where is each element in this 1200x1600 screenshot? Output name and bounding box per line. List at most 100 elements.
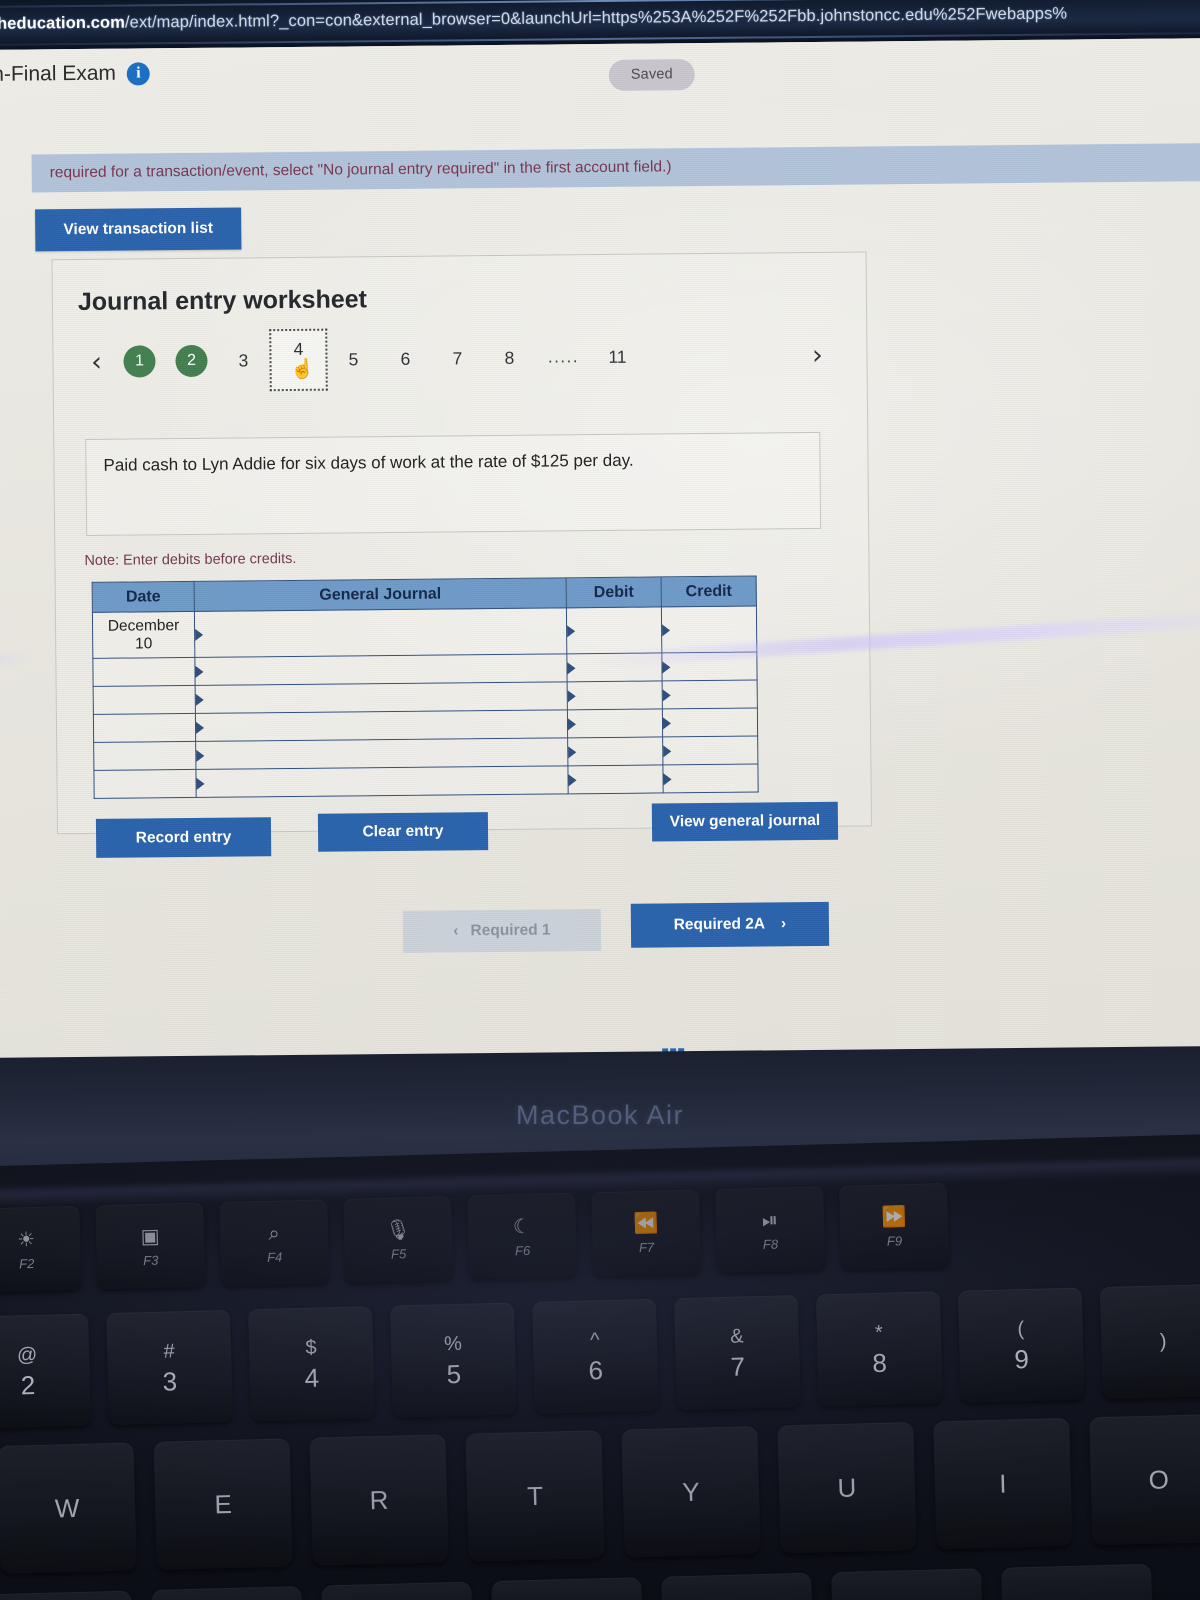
- step-11[interactable]: 11: [591, 346, 643, 367]
- cell-credit-3[interactable]: [662, 680, 758, 709]
- key-u[interactable]: U: [777, 1422, 917, 1554]
- cell-debit-1[interactable]: [566, 606, 662, 654]
- key-bottom-1[interactable]: [0, 1590, 133, 1600]
- step-1-label: 1: [123, 345, 156, 378]
- keyboard-number-row: @ 2 # 3 $ 4 % 5 ^ 6 & 7 * 8 (9): [0, 1283, 1200, 1429]
- cell-credit-4[interactable]: [662, 708, 758, 737]
- step-2-label: 2: [175, 344, 208, 378]
- key-9[interactable]: ( 9: [957, 1287, 1085, 1403]
- step-1[interactable]: 1: [113, 345, 165, 378]
- required-2a-chevron: ›: [780, 915, 787, 933]
- key-e[interactable]: E: [153, 1438, 293, 1570]
- key-bottom-3[interactable]: [321, 1581, 473, 1600]
- key-6[interactable]: ^ 6: [531, 1298, 659, 1414]
- dropdown-triangle-icon: [568, 773, 577, 786]
- key-f9-fast-forward[interactable]: ⏩ F9: [839, 1183, 950, 1270]
- key-y[interactable]: Y: [621, 1426, 761, 1558]
- key-bottom-4[interactable]: [491, 1577, 643, 1600]
- required-2a-button[interactable]: Required 2A ›: [630, 901, 830, 948]
- step-prev-arrow[interactable]: ‹: [79, 346, 113, 377]
- cell-account-1[interactable]: [194, 607, 567, 658]
- step-4[interactable]: 4 ☝: [269, 328, 328, 392]
- key-4[interactable]: $ 4: [248, 1306, 375, 1422]
- key-f9-label: F9: [886, 1232, 903, 1249]
- record-entry-button[interactable]: Record entry: [95, 817, 272, 858]
- laptop-keyboard: ☀ F2 ▣ F3 ⌕ F4 🎙 F5 ☾ F6 ⏪ F7 ⏯ F8 ⏩ F9 …: [0, 1133, 1200, 1600]
- key-8-upper: *: [874, 1321, 884, 1344]
- key-y-label: Y: [681, 1476, 701, 1508]
- key-8[interactable]: * 8: [815, 1291, 943, 1407]
- step-2[interactable]: 2: [165, 344, 217, 378]
- cell-date-5[interactable]: [93, 741, 196, 771]
- dropdown-triangle-icon: [195, 665, 204, 678]
- cell-account-5[interactable]: [195, 737, 568, 770]
- key-8-lower: 8: [872, 1347, 888, 1378]
- key-0[interactable]: ): [1099, 1283, 1200, 1400]
- cell-account-4[interactable]: [195, 709, 568, 742]
- view-general-journal-button[interactable]: View general journal: [651, 801, 839, 842]
- cell-date-4[interactable]: [93, 713, 196, 743]
- dropdown-triangle-icon: [196, 777, 205, 790]
- info-icon[interactable]: i: [126, 61, 151, 86]
- key-bottom-2[interactable]: [151, 1586, 303, 1600]
- step-next-arrow[interactable]: ›: [800, 339, 834, 370]
- required-1-label: Required 1: [470, 921, 551, 940]
- key-o[interactable]: O: [1089, 1413, 1200, 1546]
- key-bottom-6[interactable]: [831, 1568, 983, 1600]
- step-8[interactable]: 8: [483, 347, 535, 368]
- clear-entry-button[interactable]: Clear entry: [317, 812, 489, 852]
- step-ellipsis: .....: [547, 347, 580, 367]
- key-t[interactable]: T: [465, 1430, 605, 1562]
- key-r[interactable]: R: [309, 1434, 449, 1566]
- cell-account-2[interactable]: [194, 653, 568, 686]
- key-w-label: W: [54, 1492, 80, 1524]
- key-bottom-7[interactable]: [1001, 1563, 1153, 1600]
- transaction-description-box: Paid cash to Lyn Addie for six days of w…: [85, 431, 822, 536]
- key-7[interactable]: & 7: [673, 1295, 801, 1411]
- cell-account-3[interactable]: [195, 681, 568, 714]
- dropdown-triangle-icon: [195, 721, 205, 734]
- dropdown-triangle-icon: [662, 660, 671, 673]
- step-5[interactable]: 5: [327, 349, 379, 370]
- cell-account-6[interactable]: [195, 765, 569, 798]
- key-f7-rewind[interactable]: ⏪ F7: [591, 1189, 702, 1277]
- key-i[interactable]: I: [933, 1417, 1073, 1550]
- key-f6-do-not-disturb[interactable]: ☾ F6: [467, 1192, 578, 1280]
- laptop-screen: s mheducation.com/ext/map/index.html?_co…: [0, 0, 1200, 1065]
- cell-credit-1[interactable]: [661, 606, 757, 653]
- cell-credit-2[interactable]: [661, 652, 758, 681]
- step-3[interactable]: 3: [217, 350, 269, 371]
- key-f5-dictation[interactable]: 🎙 F5: [343, 1196, 454, 1283]
- view-transaction-list-button[interactable]: View transaction list: [35, 207, 242, 252]
- required-1-button[interactable]: ‹ Required 1: [402, 909, 602, 953]
- key-f8-play-pause[interactable]: ⏯ F8: [715, 1186, 826, 1274]
- cell-debit-5[interactable]: [567, 736, 663, 766]
- key-bottom-5[interactable]: [661, 1572, 813, 1600]
- step-7[interactable]: 7: [431, 348, 483, 369]
- key-3[interactable]: # 3: [106, 1309, 233, 1426]
- cell-debit-4[interactable]: [567, 708, 663, 738]
- cell-debit-6[interactable]: [567, 764, 664, 794]
- key-f2-brightness[interactable]: ☀ F2: [0, 1205, 82, 1293]
- step-6[interactable]: 6: [379, 348, 431, 369]
- key-w[interactable]: W: [0, 1442, 137, 1574]
- cell-date-2[interactable]: [92, 657, 196, 687]
- dropdown-triangle-icon: [567, 624, 576, 637]
- table-row: [93, 764, 759, 799]
- cell-date-3[interactable]: [93, 685, 196, 715]
- step-pager: ‹ 1 2 3 4 ☝ 5 6 7 8 ..... 11 ›: [79, 328, 834, 392]
- debits-before-credits-note: Note: Enter debits before credits.: [84, 550, 297, 569]
- cell-credit-5[interactable]: [662, 736, 758, 765]
- key-5[interactable]: % 5: [390, 1302, 517, 1418]
- required-1-chevron: ‹: [453, 922, 459, 940]
- key-2[interactable]: @ 2: [0, 1313, 92, 1429]
- key-f4-spotlight[interactable]: ⌕ F4: [219, 1199, 330, 1287]
- cell-date-6[interactable]: [93, 769, 197, 799]
- key-f3-mission-control[interactable]: ▣ F3: [95, 1202, 206, 1290]
- cell-credit-6[interactable]: [662, 764, 759, 793]
- url-text[interactable]: mheducation.com/ext/map/index.html?_con=…: [0, 5, 1067, 34]
- cell-debit-2[interactable]: [566, 652, 663, 682]
- cell-debit-3[interactable]: [567, 680, 663, 710]
- key-6-lower: 6: [588, 1354, 604, 1386]
- mouse-cursor-hand-icon: ☝: [290, 358, 315, 380]
